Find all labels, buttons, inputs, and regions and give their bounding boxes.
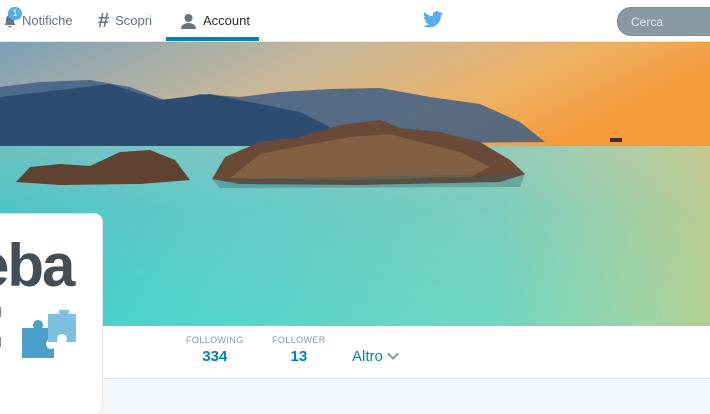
content-area: [0, 379, 710, 400]
hashtag-icon: #: [98, 9, 110, 32]
logo-line-2: e: [0, 320, 2, 335]
more-label: Altro: [352, 348, 383, 365]
following-count: 334: [202, 348, 228, 365]
followers-count: 13: [290, 348, 308, 365]
nav-account[interactable]: Account: [180, 0, 250, 41]
profile-header-photo: [0, 42, 710, 326]
following-stat[interactable]: FOLLOWING 334: [186, 335, 244, 365]
logo-text-lines: al e al s: [0, 305, 2, 365]
active-tab-indicator: [166, 37, 259, 41]
logo-line-4: s: [0, 350, 2, 365]
nav-discover[interactable]: # Scopri: [98, 0, 152, 41]
chevron-down-icon: [387, 348, 399, 365]
logo-line-1: al: [0, 305, 2, 320]
search-box[interactable]: [617, 7, 710, 36]
nav-discover-label: Scopri: [115, 13, 152, 28]
logo-line-3: al: [0, 335, 2, 350]
user-icon: [180, 13, 197, 29]
followers-label: FOLLOWER: [272, 335, 326, 345]
nav-notifications-label: Notifiche: [22, 13, 73, 28]
nav-account-label: Account: [203, 13, 250, 28]
following-label: FOLLOWING: [186, 335, 244, 345]
logo-letters: eba: [0, 232, 75, 299]
puzzle-icon: [18, 306, 80, 365]
search-input[interactable]: [629, 14, 710, 30]
followers-stat[interactable]: FOLLOWER 13: [272, 335, 326, 365]
profile-avatar[interactable]: eba al e al s: [0, 214, 102, 414]
notification-count-badge: 1: [8, 7, 22, 20]
top-navigation-bar: Notifiche 1 # Scopri Account: [0, 0, 710, 42]
more-button[interactable]: Altro: [352, 348, 399, 365]
twitter-bird-icon[interactable]: [423, 11, 443, 33]
